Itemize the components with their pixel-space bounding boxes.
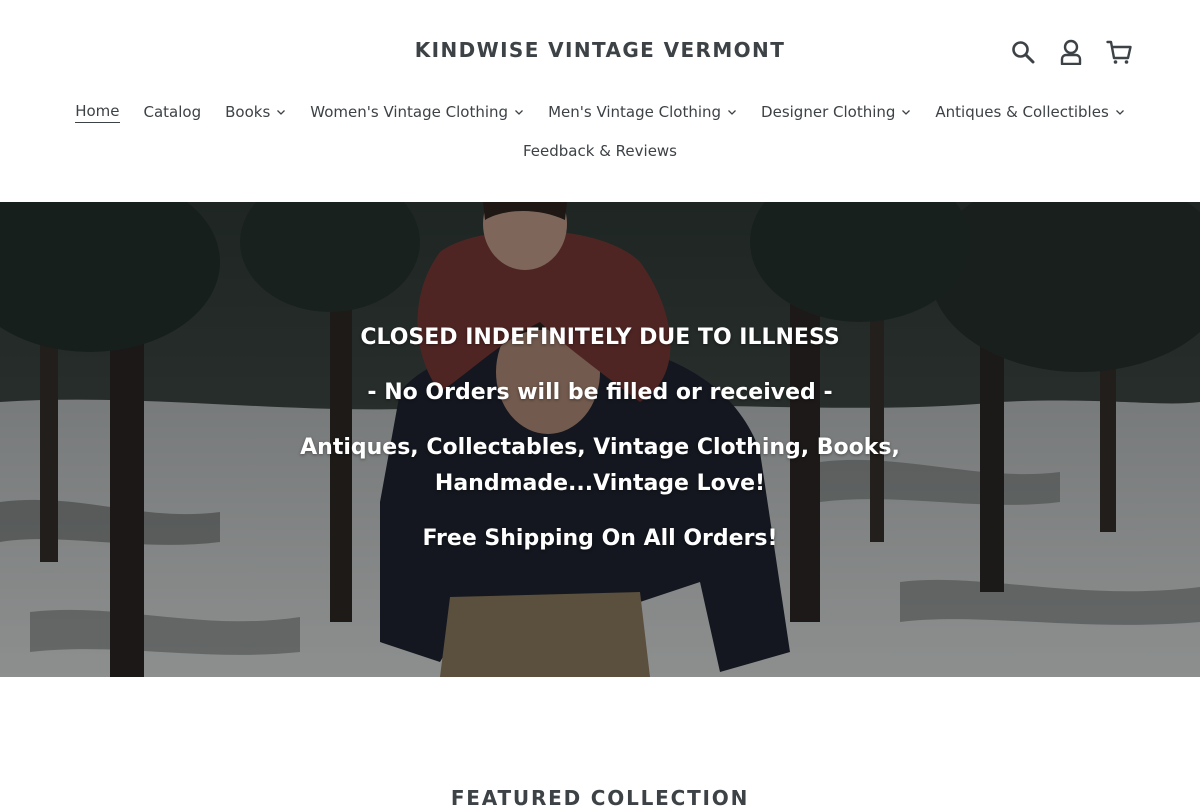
hero-content: CLOSED INDEFINITELY DUE TO ILLNESS - No … [0,320,1200,557]
nav-item-label: Women's Vintage Clothing [310,103,509,121]
nav-item-womens-vintage-clothing[interactable]: Women's Vintage Clothing [298,98,536,126]
search-icon[interactable] [1010,38,1036,66]
nav-item-label: Feedback & Reviews [523,142,677,160]
nav-item-designer-clothing[interactable]: Designer Clothing [749,98,923,126]
nav-item-antiques-collectibles[interactable]: Antiques & Collectibles [923,98,1136,126]
account-icon[interactable] [1058,38,1084,66]
nav-item-label: Catalog [143,103,202,121]
header-icons [1010,38,1132,66]
hero-tagline: Antiques, Collectables, Vintage Clothing… [300,435,900,496]
chevron-down-icon [515,110,524,115]
hero-shipping-notice: Free Shipping On All Orders! [422,526,778,551]
nav-item-home[interactable]: Home [63,98,131,126]
nav-item-catalog[interactable]: Catalog [132,98,214,126]
hero-orders-notice: - No Orders will be filled or received - [367,380,833,405]
featured-collection-heading: FEATURED COLLECTION [450,786,750,810]
chevron-down-icon [1115,110,1124,115]
chevron-down-icon [728,110,737,115]
nav-item-label: Designer Clothing [761,103,896,121]
nav-item-label: Antiques & Collectibles [935,103,1109,121]
nav-item-feedback-reviews[interactable]: Feedback & Reviews [511,138,689,164]
nav-item-label: Books [225,103,271,121]
nav-item-mens-vintage-clothing[interactable]: Men's Vintage Clothing [536,98,749,126]
hero-banner: CLOSED INDEFINITELY DUE TO ILLNESS - No … [0,202,1200,677]
chevron-down-icon [902,110,911,115]
nav-item-books[interactable]: Books [213,98,298,126]
hero-closed-notice: CLOSED INDEFINITELY DUE TO ILLNESS [360,325,840,350]
chevron-down-icon [277,110,286,115]
site-header: KINDWISE VINTAGE VERMONT Home Catalog Bo… [0,0,1200,202]
main-navigation: Home Catalog Books Women's Vintage Cloth… [0,98,1200,164]
nav-item-label: Men's Vintage Clothing [548,103,722,121]
cart-icon[interactable] [1106,38,1132,66]
site-logo-link[interactable]: KINDWISE VINTAGE VERMONT [415,38,786,62]
nav-item-label: Home [75,101,120,123]
